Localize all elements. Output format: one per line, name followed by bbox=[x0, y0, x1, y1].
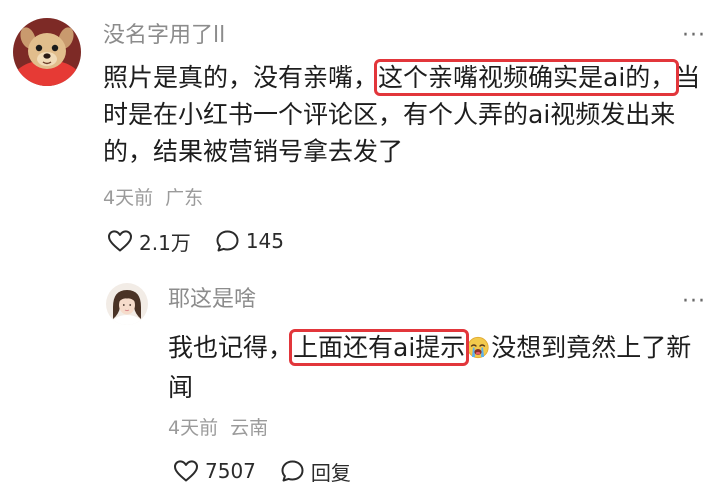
location: 广东 bbox=[165, 187, 204, 209]
highlight-box: 这个亲嘴视频确实是ai的， bbox=[374, 59, 680, 96]
like-button[interactable]: 7507 bbox=[173, 459, 256, 483]
timestamp: 4天前 bbox=[168, 417, 219, 439]
comment-bubble-icon bbox=[281, 460, 304, 482]
comment-bubble-icon bbox=[216, 230, 239, 252]
comment-line-2: 时是在小红书一个评论区，有个人弄的ai视频发出来 bbox=[103, 100, 676, 129]
heart-icon bbox=[174, 460, 198, 482]
girl-avatar-icon bbox=[106, 283, 148, 325]
like-count: 2.1万 bbox=[139, 230, 191, 255]
comment-line-3: 的，结果被营销号拿去发了 bbox=[103, 137, 404, 166]
reply-button[interactable]: 145 bbox=[215, 229, 284, 253]
reply-meta: 4天前 云南 bbox=[168, 414, 268, 442]
reply-text: 我也记得，上面还有ai提示 没想到竟然上了新 闻 bbox=[168, 329, 713, 406]
dog-avatar-icon bbox=[13, 18, 81, 86]
reply-label: 回复 bbox=[310, 460, 351, 485]
comment-actions: 2.1万 145 bbox=[107, 226, 284, 256]
reply-line-1: 我也记得，上面还有ai提示 没想到竟然上了新 bbox=[168, 329, 713, 369]
reply-actions: 7507 回复 bbox=[173, 456, 351, 486]
reply-count: 145 bbox=[245, 229, 284, 253]
comment-text: 照片是真的，没有亲嘴，这个亲嘴视频确实是ai的，当 时是在小红书一个评论区，有个… bbox=[103, 59, 713, 170]
username[interactable]: 没名字用了ll bbox=[103, 21, 225, 51]
heart-icon bbox=[108, 230, 132, 252]
like-count: 7507 bbox=[205, 459, 256, 483]
comment-thread: 没名字用了ll ··· 照片是真的，没有亲嘴，这个亲嘴视频确实是ai的，当 时是… bbox=[0, 0, 726, 488]
crying-face-emoji-icon bbox=[466, 332, 490, 369]
comment-line-1: 照片是真的，没有亲嘴，这个亲嘴视频确实是ai的，当 bbox=[103, 59, 701, 96]
reply-button[interactable]: 回复 bbox=[280, 457, 351, 486]
location: 云南 bbox=[230, 417, 269, 439]
avatar[interactable] bbox=[13, 18, 81, 86]
more-options-icon[interactable]: ··· bbox=[682, 24, 706, 48]
highlight-box: 上面还有ai提示 bbox=[289, 329, 470, 366]
reply-username[interactable]: 耶这是啥 bbox=[168, 285, 256, 315]
reply-line-2: 闻 bbox=[168, 373, 194, 402]
comment-meta: 4天前 广东 bbox=[103, 184, 203, 212]
like-button[interactable]: 2.1万 bbox=[107, 227, 191, 256]
timestamp: 4天前 bbox=[103, 187, 154, 209]
reply-avatar[interactable] bbox=[106, 283, 148, 325]
more-options-icon[interactable]: ··· bbox=[682, 290, 706, 314]
